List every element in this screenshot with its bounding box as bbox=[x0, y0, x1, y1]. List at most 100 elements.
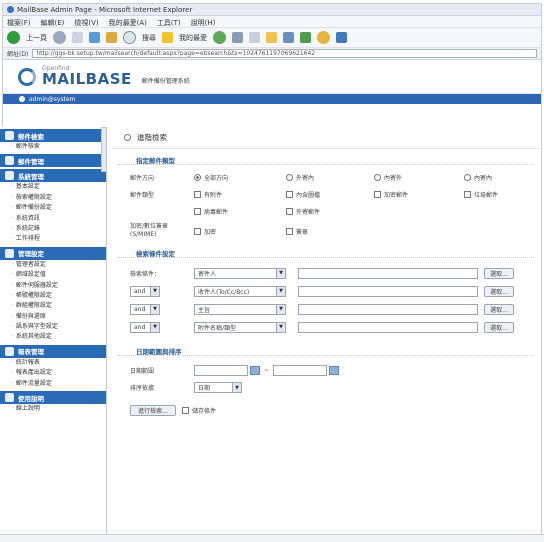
sidebar-section[interactable]: 使用說明 bbox=[0, 391, 106, 405]
logic-select[interactable]: and ▼ bbox=[130, 303, 160, 315]
checkbox-icon[interactable] bbox=[286, 208, 293, 215]
condition-value-input[interactable] bbox=[298, 321, 478, 333]
type-option[interactable]: 垃圾郵件 bbox=[464, 190, 498, 199]
radio-icon[interactable] bbox=[194, 174, 201, 181]
sidebar-item[interactable]: 備份與還原 bbox=[0, 312, 106, 322]
menu-tools[interactable]: 工具(T) bbox=[157, 18, 181, 27]
forward-icon[interactable] bbox=[53, 31, 66, 44]
favorites-icon[interactable] bbox=[162, 32, 173, 43]
logic-select[interactable]: and ▼ bbox=[130, 321, 160, 333]
field-select[interactable]: 附件名稱/類型 ▼ bbox=[194, 321, 286, 333]
sidebar-item[interactable]: 統計報表 bbox=[0, 358, 106, 368]
radio-icon[interactable] bbox=[464, 174, 471, 181]
folder-icon[interactable] bbox=[266, 32, 277, 43]
sidebar-section[interactable]: 郵件檢索 bbox=[0, 129, 106, 142]
date-from-input[interactable] bbox=[194, 365, 248, 376]
sidebar-item[interactable]: 網域設定值 bbox=[0, 270, 106, 280]
sidebar-item[interactable]: 郵件檢索 bbox=[0, 142, 106, 152]
type-option[interactable]: 加密郵件 bbox=[374, 190, 464, 199]
sidebar-item[interactable]: 郵件流量設定 bbox=[0, 379, 106, 389]
sidebar-item[interactable]: 系統記錄 bbox=[0, 224, 106, 234]
dir-option-all[interactable]: 全部方向 bbox=[194, 173, 286, 182]
calendar-icon[interactable] bbox=[329, 366, 340, 375]
menu-favorites[interactable]: 我的最愛(A) bbox=[109, 18, 147, 27]
field-select[interactable]: 寄件人 ▼ bbox=[194, 267, 286, 279]
radio-icon[interactable] bbox=[374, 174, 381, 181]
dir-option-outbound[interactable]: 外寄內 bbox=[286, 173, 374, 182]
type-option[interactable]: 病毒郵件 bbox=[194, 207, 286, 216]
field-select[interactable]: 收件人(To/Cc/Bcc) ▼ bbox=[194, 285, 286, 297]
menu-view[interactable]: 檢視(V) bbox=[74, 18, 98, 27]
chevron-down-icon[interactable]: ▼ bbox=[276, 268, 285, 278]
pick-button[interactable]: 選取... bbox=[484, 285, 514, 297]
checkbox-icon[interactable] bbox=[194, 191, 201, 198]
refresh-icon[interactable] bbox=[89, 32, 100, 43]
sidebar-item[interactable]: 系統其他設定 bbox=[0, 332, 106, 342]
menu-edit[interactable]: 編輯(E) bbox=[41, 18, 65, 27]
calendar-icon[interactable] bbox=[250, 366, 260, 375]
checkbox-icon[interactable] bbox=[182, 407, 189, 414]
search-label[interactable]: 搜尋 bbox=[142, 33, 156, 43]
mail-icon[interactable] bbox=[249, 32, 260, 43]
chevron-down-icon[interactable]: ▼ bbox=[150, 286, 159, 296]
checkbox-icon[interactable] bbox=[464, 191, 471, 198]
checkbox-icon[interactable] bbox=[194, 227, 201, 235]
chevron-down-icon[interactable]: ▼ bbox=[232, 383, 241, 392]
condition-value-input[interactable] bbox=[298, 303, 478, 315]
save-option[interactable]: 儲存條件 bbox=[182, 406, 216, 415]
pick-button[interactable]: 選取... bbox=[484, 321, 514, 333]
menu-file[interactable]: 檔案(F) bbox=[7, 18, 31, 27]
media-icon[interactable] bbox=[213, 31, 226, 44]
discuss-icon[interactable] bbox=[336, 32, 347, 43]
checkbox-icon[interactable] bbox=[286, 227, 293, 235]
field-select[interactable]: 主旨 ▼ bbox=[194, 303, 286, 315]
address-input[interactable]: http://ggs-bk.setup.tw/mailsearch/defaul… bbox=[32, 49, 537, 58]
date-to-input[interactable] bbox=[273, 365, 328, 376]
back-icon[interactable] bbox=[7, 31, 20, 44]
favorites-label[interactable]: 我的最愛 bbox=[179, 33, 207, 43]
messenger-icon[interactable] bbox=[317, 31, 330, 44]
smime-option[interactable]: 加密 bbox=[194, 227, 286, 236]
sidebar-item[interactable]: 線上說明 bbox=[0, 404, 106, 414]
sidebar-item[interactable]: 郵件伺服器設定 bbox=[0, 281, 106, 291]
menu-help[interactable]: 說明(H) bbox=[191, 18, 216, 27]
radio-icon[interactable] bbox=[286, 174, 293, 181]
sidebar-item[interactable]: 工作排程 bbox=[0, 234, 106, 244]
sidebar-section[interactable]: 系統管理 bbox=[0, 169, 106, 183]
history-icon[interactable] bbox=[232, 32, 243, 43]
pick-button[interactable]: 選取... bbox=[484, 267, 514, 279]
type-option[interactable]: 內含圖檔 bbox=[286, 190, 374, 199]
checkbox-icon[interactable] bbox=[374, 191, 381, 198]
dir-option-internal[interactable]: 內寄內 bbox=[464, 173, 492, 182]
sidebar-item[interactable]: 群組權限設定 bbox=[0, 301, 106, 311]
chevron-down-icon[interactable]: ▼ bbox=[276, 304, 285, 314]
stop-icon[interactable] bbox=[72, 32, 83, 43]
smime-option[interactable]: 簽章 bbox=[286, 227, 308, 236]
home-icon[interactable] bbox=[106, 32, 117, 43]
dir-option-inbound[interactable]: 內寄外 bbox=[374, 173, 464, 182]
back-label[interactable]: 上一頁 bbox=[26, 33, 47, 43]
checkbox-icon[interactable] bbox=[286, 191, 293, 198]
print-icon[interactable] bbox=[283, 32, 294, 43]
sidebar-item[interactable]: 基本設定 bbox=[0, 182, 106, 192]
chevron-down-icon[interactable]: ▼ bbox=[150, 322, 159, 332]
sidebar-item[interactable]: 管理者設定 bbox=[0, 260, 106, 270]
sidebar-scrollbar[interactable] bbox=[101, 127, 107, 172]
pick-button[interactable]: 選取... bbox=[484, 303, 514, 315]
chevron-down-icon[interactable]: ▼ bbox=[276, 322, 285, 332]
search-icon[interactable] bbox=[123, 31, 136, 44]
sidebar-section[interactable]: 郵件管理 bbox=[0, 154, 106, 168]
sidebar-item[interactable]: 郵件備份設定 bbox=[0, 203, 106, 213]
sidebar-section[interactable]: 管理設定 bbox=[0, 246, 106, 260]
search-button[interactable]: 進行檢索... bbox=[130, 405, 176, 416]
chevron-down-icon[interactable]: ▼ bbox=[150, 304, 159, 314]
sidebar-item[interactable]: 語系與字型設定 bbox=[0, 322, 106, 332]
type-option[interactable]: 有附件 bbox=[194, 190, 286, 199]
condition-value-input[interactable] bbox=[298, 267, 478, 279]
chevron-down-icon[interactable]: ▼ bbox=[276, 286, 285, 296]
sidebar-section[interactable]: 報表管理 bbox=[0, 344, 106, 358]
sidebar-item[interactable]: 檢索權限設定 bbox=[0, 193, 106, 203]
sidebar-item[interactable]: 報表產出設定 bbox=[0, 368, 106, 378]
type-option[interactable]: 外寄郵件 bbox=[286, 207, 320, 216]
condition-value-input[interactable] bbox=[298, 285, 478, 297]
